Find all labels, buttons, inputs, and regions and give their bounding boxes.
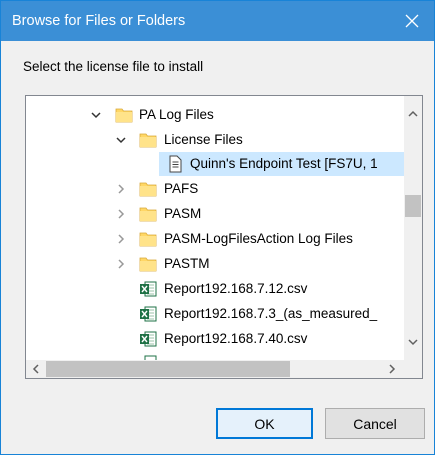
chevron-down-icon[interactable] (90, 109, 102, 121)
cancel-button[interactable]: Cancel (325, 408, 425, 439)
excel-icon (140, 331, 157, 347)
folder-icon (139, 257, 157, 272)
chevron-down-icon[interactable] (115, 134, 127, 146)
tree-item-label: Report192.168.7.3_(as_measured_ (164, 306, 378, 321)
horizontal-scroll-thumb[interactable] (46, 361, 290, 377)
vertical-scroll-thumb[interactable] (405, 195, 421, 217)
tree-item-report-7-3[interactable]: Report192.168.7.3_(as_measured_ (26, 302, 404, 326)
folder-tree[interactable]: PA Log Files License Files Quinn's Endpo… (25, 95, 423, 379)
tree-item-label: PASM-LogFilesAction Log Files (164, 231, 353, 246)
dialog-title: Browse for Files or Folders (12, 13, 186, 29)
tree-item-pastm[interactable]: PASTM (26, 252, 404, 276)
tree-item-license-files[interactable]: License Files (26, 128, 404, 152)
folder-icon (115, 108, 133, 123)
tree-item-pasm[interactable]: PASM (26, 202, 404, 226)
tree-item-pasm-logfilesaction[interactable]: PASM-LogFilesAction Log Files (26, 227, 404, 251)
prompt-text: Select the license file to install (23, 59, 204, 74)
tree-item-label: PASTM (164, 256, 210, 271)
tree-item-label: Report192.168.7.40.csv (164, 331, 308, 346)
folder-icon (139, 207, 157, 222)
tree-item-label: Quinn's Endpoint Test [FS7U, 1 (190, 156, 378, 171)
vertical-scrollbar[interactable] (404, 96, 422, 360)
tree-item-report-7-40[interactable]: Report192.168.7.40.csv (26, 327, 404, 351)
scroll-left-arrow-icon[interactable] (32, 364, 40, 374)
folder-icon (139, 232, 157, 247)
excel-icon (140, 306, 157, 322)
tree-item-label: PASM (164, 206, 202, 221)
tree-item-label: PAFS (164, 181, 199, 196)
chevron-right-icon[interactable] (115, 208, 127, 220)
chevron-right-icon[interactable] (115, 233, 127, 245)
scroll-right-arrow-icon[interactable] (388, 364, 396, 374)
browse-dialog: Browse for Files or Folders Select the l… (0, 0, 435, 455)
tree-item-pafs[interactable]: PAFS (26, 177, 404, 201)
excel-icon (140, 281, 157, 297)
tree-item-quinns-endpoint-test[interactable]: Quinn's Endpoint Test [FS7U, 1 (26, 152, 404, 176)
folder-icon (139, 182, 157, 197)
tree-item-label: License Files (164, 132, 243, 147)
close-icon (405, 14, 419, 28)
folder-icon (139, 133, 157, 148)
scroll-up-arrow-icon[interactable] (408, 110, 418, 118)
document-icon (169, 155, 182, 173)
title-bar: Browse for Files or Folders (1, 1, 434, 41)
horizontal-scrollbar[interactable] (26, 360, 404, 378)
chevron-right-icon[interactable] (115, 258, 127, 270)
tree-item-label: PA Log Files (139, 107, 214, 122)
chevron-right-icon[interactable] (115, 183, 127, 195)
tree-item-pa-log-files[interactable]: PA Log Files (26, 103, 404, 127)
scrollbar-corner (404, 360, 422, 378)
tree-item-label: Report192.168.7.12.csv (164, 281, 308, 296)
close-button[interactable] (390, 1, 434, 41)
scroll-down-arrow-icon[interactable] (408, 338, 418, 346)
tree-item-report-7-12[interactable]: Report192.168.7.12.csv (26, 277, 404, 301)
ok-button[interactable]: OK (216, 408, 313, 439)
